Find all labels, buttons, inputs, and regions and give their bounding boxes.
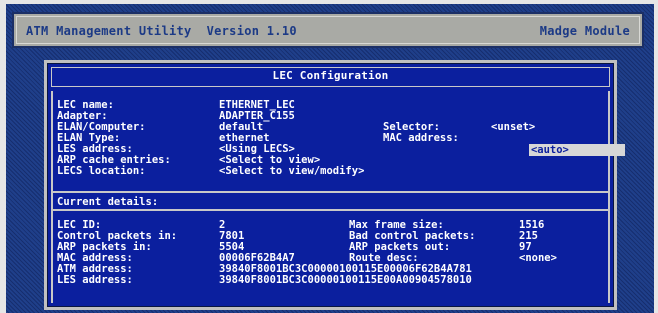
dialog-title: LEC Configuration bbox=[272, 69, 389, 82]
app-title-bar: ATM Management Utility Version 1.10 Madg… bbox=[12, 12, 644, 48]
dialog-border-left bbox=[51, 91, 53, 303]
dialog-border-right bbox=[608, 91, 610, 303]
les-address-detail-value: 39840F8001BC3C00000100115E00A00904578010 bbox=[219, 274, 472, 286]
mac-address-config-label: MAC address: bbox=[383, 132, 459, 144]
module-name: Madge Module bbox=[539, 24, 630, 38]
lecs-location-field[interactable]: <Select to view/modify> bbox=[219, 165, 364, 177]
lecs-location-label: LECS location: bbox=[57, 165, 146, 177]
window-frame-left bbox=[0, 0, 6, 313]
mac-address-config-value: <auto> bbox=[528, 144, 625, 156]
app-title: ATM Management Utility Version 1.10 bbox=[26, 24, 297, 38]
section-divider-2 bbox=[51, 209, 610, 211]
lec-configuration-dialog: LEC Configuration LEC name: ETHERNET_LEC… bbox=[44, 60, 625, 310]
window-frame-right bbox=[654, 0, 658, 313]
mac-address-config-field[interactable]: <auto> bbox=[491, 132, 625, 156]
les-address-detail-label: LES address: bbox=[57, 274, 133, 286]
route-desc-value: <none> bbox=[519, 252, 557, 264]
current-details-heading: Current details: bbox=[57, 196, 159, 208]
window-frame-top bbox=[0, 0, 658, 4]
terminal-screen: ATM Management Utility Version 1.10 Madg… bbox=[0, 0, 658, 313]
section-divider bbox=[51, 191, 610, 193]
